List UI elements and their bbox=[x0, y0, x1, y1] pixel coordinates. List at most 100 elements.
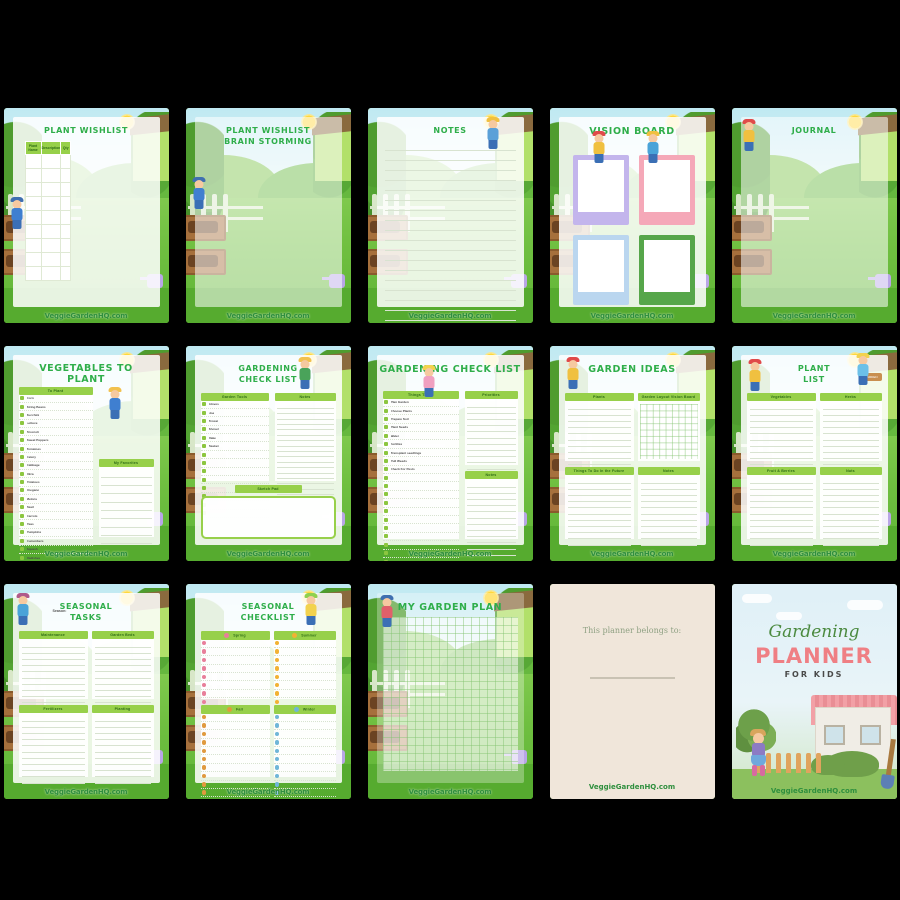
table-cell[interactable] bbox=[60, 181, 72, 197]
checkbox[interactable] bbox=[19, 496, 24, 501]
veg-checklist-item[interactable]: Tomatoes bbox=[18, 445, 93, 454]
checkbox[interactable] bbox=[383, 408, 388, 413]
checkbox[interactable] bbox=[383, 458, 388, 463]
todo-item[interactable]: Pull Weeds bbox=[382, 457, 459, 466]
season-checklist-item[interactable] bbox=[200, 640, 270, 648]
todo-item[interactable]: Transplant seedlings bbox=[382, 449, 459, 458]
season-checklist-item[interactable] bbox=[273, 656, 336, 665]
table-cell[interactable] bbox=[60, 265, 72, 281]
tool-checklist-item[interactable] bbox=[200, 451, 269, 460]
tool-checklist-item[interactable]: Gloves bbox=[200, 401, 269, 409]
season-checklist-item[interactable] bbox=[200, 739, 270, 748]
season-checklist-item[interactable] bbox=[273, 772, 336, 781]
page-gardening-check-list-todo[interactable]: GARDENING CHECK LIST Things To Do Plan Gar… bbox=[367, 345, 533, 561]
table-cell[interactable] bbox=[24, 181, 42, 197]
veg-checklist-item[interactable]: Lettuce bbox=[18, 420, 93, 429]
veg-checklist-item[interactable]: Cucumbers bbox=[18, 537, 93, 546]
checkbox[interactable] bbox=[19, 471, 24, 476]
todo-item[interactable] bbox=[382, 508, 459, 516]
veg-checklist-item[interactable]: Peas bbox=[18, 520, 93, 529]
todo-item[interactable]: Plan Garden bbox=[382, 399, 459, 407]
table-cell[interactable] bbox=[24, 223, 42, 239]
frame-top-left[interactable] bbox=[572, 154, 629, 225]
season-checklist-item[interactable] bbox=[273, 681, 336, 690]
tool-checklist-item[interactable]: Rake bbox=[200, 434, 269, 443]
checkbox[interactable] bbox=[383, 484, 388, 489]
table-cell[interactable] bbox=[24, 153, 42, 169]
page-my-garden-plan[interactable]: MY GARDEN PLAN VeggieGardenHQ.com bbox=[367, 583, 533, 799]
checkbox[interactable] bbox=[383, 492, 388, 497]
page-plant-list[interactable]: PLANT LIST GARDEN Vegetables Herbs Fruit & Be… bbox=[731, 345, 897, 561]
snowflake-icon[interactable] bbox=[274, 765, 279, 770]
checkbox[interactable] bbox=[383, 526, 388, 531]
basket-icon[interactable] bbox=[201, 756, 206, 762]
table-cell[interactable] bbox=[40, 223, 62, 239]
checkbox[interactable] bbox=[19, 446, 24, 451]
snowflake-icon[interactable] bbox=[274, 723, 279, 728]
garden-plan-grid[interactable] bbox=[382, 616, 518, 771]
tool-checklist-item[interactable] bbox=[200, 459, 269, 468]
checkbox[interactable] bbox=[201, 477, 206, 482]
page-cover[interactable]: Gardening PLANNER FOR KIDS VeggieGardenHQ.c… bbox=[731, 583, 897, 799]
sun-icon[interactable] bbox=[274, 666, 279, 671]
sun-icon[interactable] bbox=[274, 699, 279, 705]
table-cell[interactable] bbox=[60, 153, 72, 169]
snowflake-icon[interactable] bbox=[274, 740, 279, 745]
page-notes[interactable]: NOTES VeggieGardenHQ.com bbox=[367, 107, 533, 323]
frame-top-right[interactable] bbox=[638, 154, 695, 225]
checkbox[interactable] bbox=[19, 404, 24, 409]
table-cell[interactable] bbox=[40, 195, 62, 211]
checkbox[interactable] bbox=[383, 400, 388, 405]
snowflake-icon[interactable] bbox=[274, 714, 279, 720]
season-checklist-item[interactable] bbox=[200, 730, 270, 739]
checkbox[interactable] bbox=[19, 480, 24, 485]
basket-icon[interactable] bbox=[201, 748, 206, 753]
table-cell[interactable] bbox=[24, 265, 42, 281]
season-checklist-item[interactable] bbox=[200, 690, 270, 699]
basket-icon[interactable] bbox=[201, 773, 206, 779]
page-seasonal-tasks[interactable]: SEASONAL TASKS Season: Maintenance Garden Be… bbox=[3, 583, 169, 799]
basket-icon[interactable] bbox=[201, 765, 206, 770]
veg-checklist-item[interactable]: Oregano bbox=[18, 487, 93, 496]
season-checklist-item[interactable] bbox=[200, 665, 270, 674]
checkbox[interactable] bbox=[19, 429, 24, 434]
season-checklist-item[interactable] bbox=[200, 764, 270, 773]
page-seasonal-checklist[interactable]: SEASONAL CHECKLIST Spring Summer Fall Winter V… bbox=[185, 583, 351, 799]
todo-item[interactable] bbox=[382, 499, 459, 508]
veg-checklist-item[interactable]: String Beans bbox=[18, 403, 93, 412]
checkbox[interactable] bbox=[201, 460, 206, 465]
checkbox[interactable] bbox=[383, 442, 388, 447]
flower-icon[interactable] bbox=[201, 640, 206, 646]
veg-checklist-item[interactable]: Basil bbox=[18, 504, 93, 512]
flower-icon[interactable] bbox=[201, 699, 206, 705]
table-cell[interactable] bbox=[60, 209, 72, 225]
season-checklist-item[interactable] bbox=[200, 722, 270, 731]
tool-checklist-item[interactable] bbox=[200, 476, 269, 485]
flower-icon[interactable] bbox=[201, 691, 206, 696]
season-checklist-item[interactable] bbox=[200, 673, 270, 682]
todo-item[interactable] bbox=[383, 558, 459, 561]
checkbox[interactable] bbox=[201, 444, 206, 449]
basket-icon[interactable] bbox=[201, 723, 206, 728]
season-checklist-item[interactable] bbox=[273, 747, 336, 756]
snowflake-icon[interactable] bbox=[274, 773, 279, 779]
page-vision-board[interactable]: VISION BOARD VeggieGardenHQ.com bbox=[549, 107, 715, 323]
tool-checklist-item[interactable]: Shovel bbox=[200, 426, 269, 435]
checkbox[interactable] bbox=[201, 469, 206, 474]
frame-bottom-right[interactable] bbox=[638, 234, 695, 305]
checkbox[interactable] bbox=[383, 559, 388, 561]
tool-checklist-item[interactable]: Trowel bbox=[200, 417, 269, 426]
checkbox[interactable] bbox=[383, 542, 388, 547]
sketch-pad[interactable] bbox=[200, 495, 336, 539]
sun-icon[interactable] bbox=[274, 649, 279, 654]
table-cell[interactable] bbox=[60, 195, 72, 211]
season-checklist-item[interactable] bbox=[201, 797, 270, 798]
tool-checklist-item[interactable]: Hoe bbox=[200, 409, 269, 418]
basket-icon[interactable] bbox=[201, 782, 206, 787]
basket-icon[interactable] bbox=[201, 731, 206, 737]
todo-item[interactable] bbox=[382, 491, 459, 500]
checkbox[interactable] bbox=[201, 427, 206, 432]
flower-icon[interactable] bbox=[201, 657, 206, 663]
veg-checklist-item[interactable]: Okra bbox=[18, 470, 93, 479]
frame-bottom-left[interactable] bbox=[572, 234, 629, 305]
